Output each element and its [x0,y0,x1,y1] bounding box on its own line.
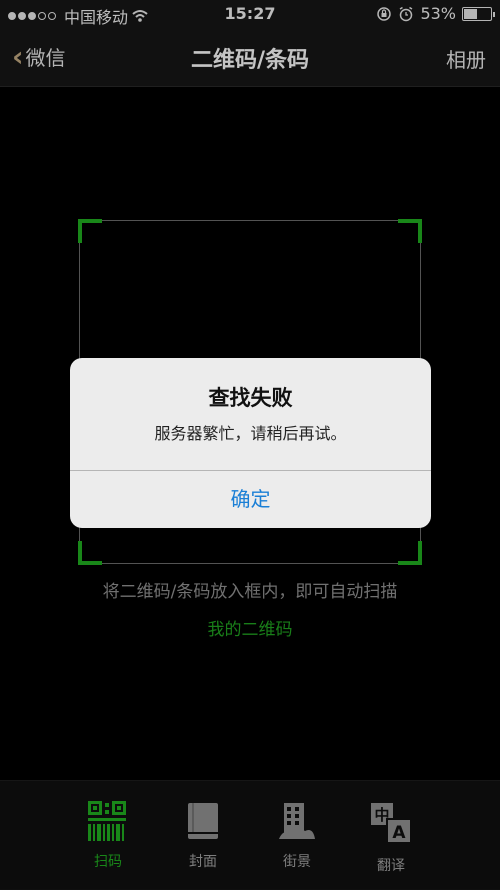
alert-dialog: 查找失败 服务器繁忙，请稍后再试。 确定 [70,358,431,528]
alert-confirm-button[interactable]: 确定 [70,471,431,528]
alert-message: 服务器繁忙，请稍后再试。 [154,424,347,443]
alert-title: 查找失败 [208,386,293,410]
